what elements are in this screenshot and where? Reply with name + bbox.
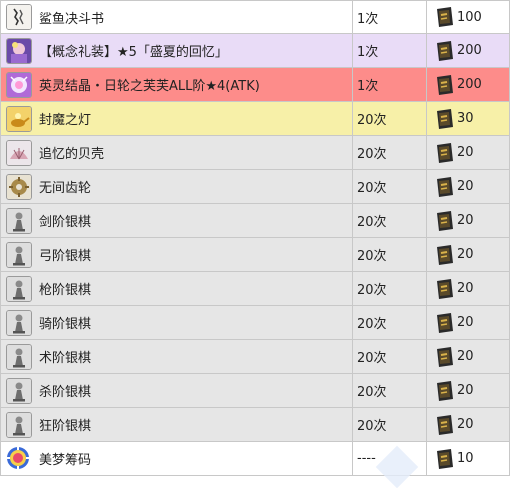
shop-row: 狂阶银棋 20次 20: [0, 407, 510, 442]
purchase-limit: 20次: [357, 351, 387, 366]
ticket-book-icon: [437, 108, 453, 129]
item-name: 鲨鱼决斗书: [39, 11, 105, 27]
purchase-limit: 1次: [357, 79, 379, 94]
shop-row: 无间齿轮 20次 20: [0, 169, 510, 204]
purchase-limit: 1次: [357, 45, 379, 60]
ticket-book-icon: [437, 142, 453, 163]
archer-silver-piece-icon: [6, 241, 32, 268]
purchase-limit: 20次: [357, 283, 387, 298]
item-name: 英灵结晶・日轮之芙芙ALL阶★4(ATK): [39, 79, 260, 94]
shop-table: 鲨鱼决斗书 1次 100 【概念礼装】★5「盛夏的回忆」 1次 200 英灵结晶…: [0, 0, 510, 476]
purchase-limit: 1次: [357, 11, 379, 27]
ticket-book-icon: [437, 74, 453, 95]
poker-chip-icon: [6, 446, 32, 472]
item-price: 20: [457, 281, 474, 296]
item-name: 杀阶银棋: [39, 385, 92, 400]
item-price: 20: [457, 383, 474, 398]
purchase-limit: 20次: [357, 385, 387, 400]
shop-row: 弓阶银棋 20次 20: [0, 237, 510, 272]
ticket-book-icon: [437, 210, 453, 231]
ticket-book-icon: [437, 448, 453, 469]
item-name: 美梦筹码: [39, 453, 92, 468]
rider-silver-piece-icon: [6, 309, 32, 336]
shop-row: 【概念礼装】★5「盛夏的回忆」 1次 200: [0, 33, 510, 68]
ticket-book-icon: [437, 346, 453, 367]
item-price: 20: [457, 417, 474, 432]
item-price: 20: [457, 349, 474, 364]
purchase-limit: 20次: [357, 113, 387, 128]
item-price: 200: [457, 77, 482, 92]
item-name: 狂阶银棋: [39, 419, 92, 434]
shark-duel-book-icon: [6, 4, 32, 30]
ticket-book-icon: [437, 278, 453, 299]
purchase-limit: 20次: [357, 147, 387, 162]
magic-lamp-icon: [6, 105, 32, 132]
fou-crystal-icon: [6, 71, 32, 98]
purchase-limit: 20次: [357, 419, 387, 434]
shop-row: 骑阶银棋 20次 20: [0, 305, 510, 340]
purchase-limit: 20次: [357, 215, 387, 230]
caster-silver-piece-icon: [6, 343, 32, 370]
item-price: 20: [457, 315, 474, 330]
shell-icon: [6, 139, 32, 166]
shop-row: 鲨鱼决斗书 1次 100: [0, 0, 510, 34]
craft-essence-icon: [6, 37, 32, 64]
ticket-book-icon: [437, 380, 453, 401]
item-name: 【概念礼装】★5「盛夏的回忆」: [39, 45, 228, 60]
ticket-book-icon: [437, 176, 453, 197]
shop-row: 枪阶银棋 20次 20: [0, 271, 510, 306]
purchase-limit: 20次: [357, 181, 387, 196]
assassin-silver-piece-icon: [6, 377, 32, 404]
item-name: 弓阶银棋: [39, 249, 92, 264]
item-price: 20: [457, 213, 474, 228]
item-name: 骑阶银棋: [39, 317, 92, 332]
item-name: 术阶银棋: [39, 351, 92, 366]
item-price: 20: [457, 179, 474, 194]
shop-row: 英灵结晶・日轮之芙芙ALL阶★4(ATK) 1次 200: [0, 67, 510, 102]
ticket-book-icon: [437, 40, 453, 61]
lancer-silver-piece-icon: [6, 275, 32, 302]
saber-silver-piece-icon: [6, 207, 32, 234]
item-price: 30: [457, 111, 474, 126]
item-price: 20: [457, 145, 474, 160]
shop-row: 剑阶银棋 20次 20: [0, 203, 510, 238]
item-name: 无间齿轮: [39, 181, 92, 196]
ticket-book-icon: [437, 7, 453, 27]
item-price: 10: [457, 451, 474, 466]
shop-row: 封魔之灯 20次 30: [0, 101, 510, 136]
ticket-book-icon: [437, 414, 453, 435]
shop-row: 追忆的贝壳 20次 20: [0, 135, 510, 170]
gear-icon: [6, 173, 32, 200]
purchase-limit: 20次: [357, 249, 387, 264]
item-name: 枪阶银棋: [39, 283, 92, 298]
item-price: 200: [457, 43, 482, 58]
ticket-book-icon: [437, 312, 453, 333]
ticket-book-icon: [437, 244, 453, 265]
shop-row: 杀阶银棋 20次 20: [0, 373, 510, 408]
berserker-silver-piece-icon: [6, 411, 32, 438]
item-name: 追忆的贝壳: [39, 147, 105, 162]
shop-row: 美梦筹码 ---- 10: [0, 441, 510, 476]
item-name: 剑阶银棋: [39, 215, 92, 230]
shop-row: 术阶银棋 20次 20: [0, 339, 510, 374]
purchase-limit: 20次: [357, 317, 387, 332]
item-price: 20: [457, 247, 474, 262]
item-name: 封魔之灯: [39, 113, 92, 128]
item-price: 100: [457, 9, 482, 25]
